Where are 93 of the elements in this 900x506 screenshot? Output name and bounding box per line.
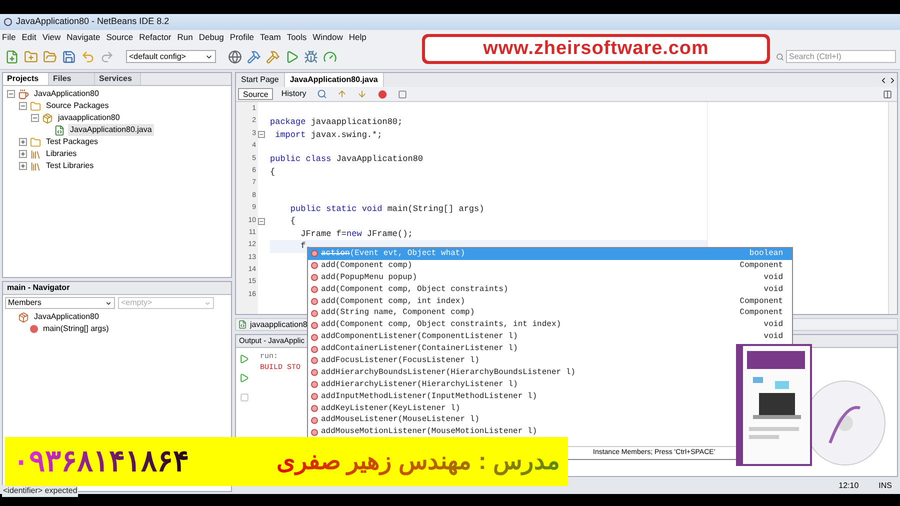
hammer-icon[interactable] xyxy=(246,48,262,64)
globe-icon[interactable] xyxy=(227,48,243,64)
library-icon xyxy=(30,148,41,160)
collapse-icon[interactable] xyxy=(19,102,27,110)
tree-item[interactable]: javaapplication80 xyxy=(56,112,122,124)
editor-tab[interactable]: JavaApplication80.java xyxy=(284,73,384,87)
menu-item[interactable]: Help xyxy=(348,30,366,44)
view-tab[interactable]: History xyxy=(277,88,310,100)
status-message: <identifier> expected xyxy=(2,485,78,497)
caret-icon xyxy=(105,300,112,306)
java-file-icon xyxy=(54,124,65,136)
config-dropdown[interactable]: <default config> xyxy=(126,50,216,63)
panel-tab[interactable]: Files xyxy=(49,73,95,85)
tree-item[interactable]: Test Packages xyxy=(44,136,100,148)
menu-item[interactable]: Team xyxy=(260,30,281,44)
menu-item[interactable]: Tools xyxy=(286,30,307,44)
open-folder-icon[interactable] xyxy=(42,48,58,64)
folder-icon xyxy=(30,136,41,148)
completion-item[interactable]: addComponentListener(ComponentListener l) void xyxy=(308,331,792,344)
tree-item[interactable]: JavaApplication80 xyxy=(32,88,101,100)
completion-item[interactable]: addInputMethodListener(InputMethodListener l) xyxy=(308,390,734,403)
code-line: public class JavaApplication80 xyxy=(270,153,424,166)
debug-icon[interactable] xyxy=(303,48,319,64)
menu-item[interactable]: Debug xyxy=(198,30,224,44)
search-icon xyxy=(776,52,784,60)
panel-tab[interactable]: Projects xyxy=(3,73,49,85)
insert-mode: INS xyxy=(878,480,892,492)
save-icon[interactable] xyxy=(61,48,77,64)
expand-icon[interactable] xyxy=(19,150,27,158)
tree-item[interactable]: Source Packages xyxy=(44,100,111,112)
completion-item[interactable]: add(Component comp, Object constraints) void xyxy=(308,284,792,296)
scroll-right-icon[interactable] xyxy=(888,76,897,84)
new-folder-icon[interactable] xyxy=(23,48,39,64)
fold-icon[interactable] xyxy=(258,131,265,138)
redo-icon[interactable] xyxy=(99,48,115,64)
window-title: JavaApplication80 - NetBeans IDE 8.2 xyxy=(16,15,170,28)
package-icon xyxy=(42,112,53,124)
tree-item[interactable]: main(String[] args) xyxy=(41,323,111,335)
completion-item[interactable]: addMouseListener(MouseListener l) xyxy=(308,414,734,426)
app-icon xyxy=(4,18,12,26)
scroll-left-icon[interactable] xyxy=(879,76,888,84)
panel-tab[interactable]: Services xyxy=(95,73,141,85)
completion-item[interactable]: addFocusListener(FocusListener l) xyxy=(308,355,734,367)
tree-item[interactable]: Test Libraries xyxy=(44,160,96,172)
code-line: public static void main(String[] args) xyxy=(289,202,484,216)
folder-icon xyxy=(30,100,41,112)
completion-item[interactable]: addKeyListener(KeyListener l) xyxy=(308,402,734,414)
completion-item[interactable]: addContainerListener(ContainerListener l) xyxy=(308,343,734,356)
undo-icon[interactable] xyxy=(80,48,96,64)
completion-item[interactable]: add(String name, Component comp) Component xyxy=(308,307,792,320)
cursor-position: 12:10 xyxy=(838,480,859,492)
code-line: JFrame f=new JFrame(); xyxy=(300,228,413,240)
code-line: package javaapplication80; xyxy=(270,116,403,129)
collapse-icon[interactable] xyxy=(7,90,15,98)
class-icon xyxy=(18,312,29,322)
menu-item[interactable]: Refactor xyxy=(139,30,172,44)
code-line: import javax.swing.*; xyxy=(274,128,382,142)
completion-item[interactable]: addHierarchyBoundsListener(HierarchyBoundsListener l) xyxy=(308,366,734,379)
completion-item[interactable]: addMouseMotionListener(MouseMotionListener l) xyxy=(308,426,734,438)
java-file-icon xyxy=(238,320,247,329)
library-icon xyxy=(30,160,41,172)
expand-icon[interactable] xyxy=(19,138,27,146)
menu-item[interactable]: File xyxy=(2,30,16,44)
website-banner: www.zheirsoftware.com xyxy=(422,34,770,64)
completion-item[interactable]: add(Component comp, int index) Component xyxy=(308,296,792,308)
members-dropdown[interactable]: Members xyxy=(5,297,115,309)
menu-item[interactable]: Navigate xyxy=(66,30,100,44)
menu-item[interactable]: Profile xyxy=(230,30,254,44)
tree-item[interactable]: JavaApplication80.java xyxy=(68,124,154,136)
search-field[interactable]: Search (Ctrl+I) xyxy=(786,50,896,63)
menu-item[interactable]: Source xyxy=(106,30,134,44)
completion-item[interactable]: add(Component comp, Object constraints, int index) void xyxy=(308,319,792,332)
collapse-icon[interactable] xyxy=(31,114,39,122)
breadcrumb[interactable]: javaapplication8 xyxy=(250,318,308,330)
expand-icon[interactable] xyxy=(19,162,27,170)
new-file-icon[interactable] xyxy=(4,48,20,64)
tree-item[interactable]: Libraries xyxy=(44,148,79,160)
caret-icon xyxy=(204,300,211,306)
menu-item[interactable]: View xyxy=(42,30,61,44)
code-line: { xyxy=(289,215,296,228)
build-icon[interactable] xyxy=(265,48,281,64)
menu-item[interactable]: Window xyxy=(312,30,343,44)
method-icon xyxy=(30,325,38,333)
completion-item[interactable]: add(Component comp) Component xyxy=(308,260,792,272)
code-line: { xyxy=(270,166,276,179)
view-tab[interactable]: Source xyxy=(238,88,274,100)
coffee-cup-icon xyxy=(18,88,29,100)
tree-item[interactable]: JavaApplication80 xyxy=(32,311,101,323)
completion-item[interactable]: add(PopupMenu popup) void xyxy=(308,272,792,284)
menu-item[interactable]: Run xyxy=(177,30,193,44)
fold-icon[interactable] xyxy=(258,218,265,226)
menu-item[interactable]: Edit xyxy=(22,30,36,44)
completion-item[interactable]: addHierarchyListener(HierarchyListener l) xyxy=(308,378,734,391)
